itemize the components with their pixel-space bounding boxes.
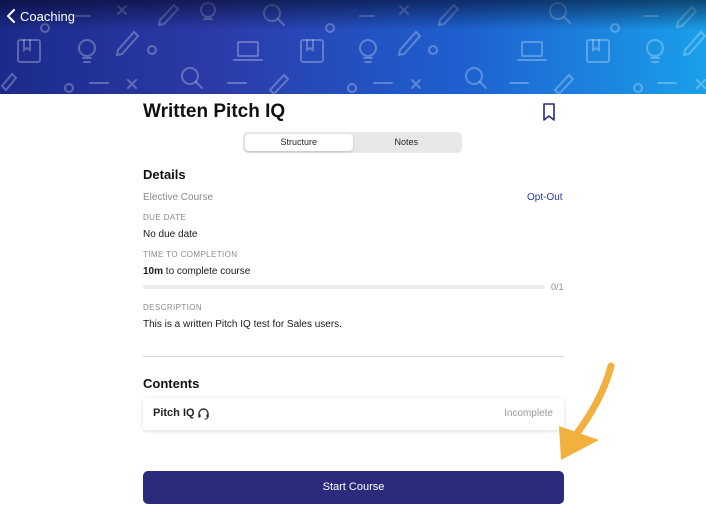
due-date-value: No due date (143, 229, 198, 240)
banner-shade (0, 0, 706, 30)
due-date-label: DUE DATE (143, 213, 187, 222)
content-item-status: Incomplete (504, 408, 553, 419)
progress-count: 0/1 (551, 282, 564, 292)
chevron-left-icon (7, 9, 15, 23)
back-label: Coaching (20, 8, 75, 24)
time-value-bold: 10m (143, 266, 164, 277)
time-value-rest: to complete course (163, 266, 251, 277)
segmented-tabs: Structure Notes (243, 132, 462, 153)
start-course-button[interactable]: Start Course (143, 471, 564, 504)
content-item-name: Pitch IQ (153, 407, 195, 419)
details-heading: Details (143, 167, 186, 182)
back-button[interactable]: Coaching (6, 6, 75, 26)
progress-bar (143, 285, 545, 289)
description-value: This is a written Pitch IQ test for Sale… (143, 319, 342, 330)
tab-notes[interactable]: Notes (353, 134, 461, 151)
page-title: Written Pitch IQ (143, 101, 286, 122)
course-type: Elective Course (143, 192, 214, 203)
contents-heading: Contents (143, 376, 200, 391)
time-label: TIME TO COMPLETION (143, 250, 238, 259)
content-item[interactable]: Pitch IQ Incomplete (143, 398, 564, 430)
tab-structure[interactable]: Structure (245, 134, 353, 151)
opt-out-link[interactable]: Opt-Out (527, 192, 563, 203)
time-value: 10m to complete course (143, 266, 250, 277)
headset-icon (198, 408, 209, 420)
header-banner (0, 0, 706, 94)
description-label: DESCRIPTION (143, 303, 203, 312)
bookmark-icon[interactable] (541, 102, 557, 122)
annotation-arrow-icon (559, 362, 615, 460)
section-divider (143, 356, 564, 357)
